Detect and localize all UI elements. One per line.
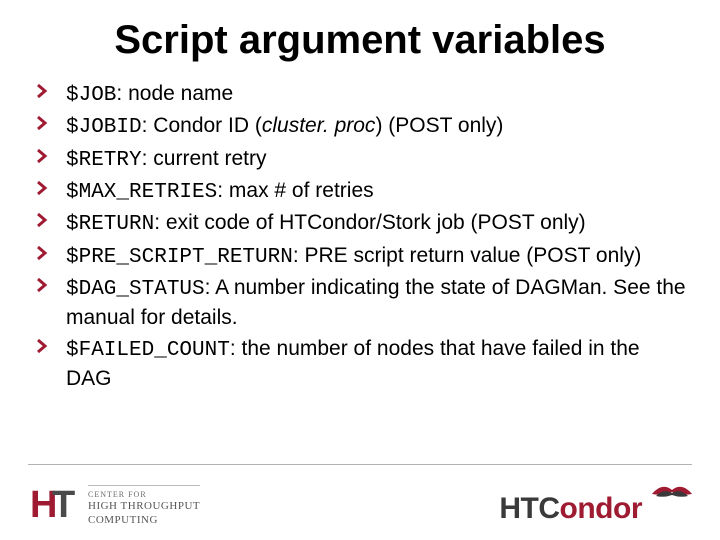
left-logo-text: CENTER FOR HIGH THROUGHPUT COMPUTING	[88, 485, 200, 528]
footer: HT CENTER FOR HIGH THROUGHPUT COMPUTING …	[0, 464, 720, 540]
list-item: $JOBID: Condor ID (cluster. proc) (POST …	[36, 112, 690, 142]
list-item: $JOB: node name	[36, 80, 690, 110]
var-desc: : current retry	[142, 147, 267, 170]
var-name: $PRE_SCRIPT_RETURN	[66, 246, 293, 269]
list-item: $MAX_RETRIES: max # of retries	[36, 177, 690, 207]
right-logo: HTCondor	[499, 492, 690, 526]
condor-bird-icon	[650, 476, 694, 506]
var-name: $RETRY	[66, 149, 142, 172]
chevron-icon	[36, 278, 50, 292]
list-item: $PRE_SCRIPT_RETURN: PRE script return va…	[36, 242, 690, 272]
var-desc: : max # of retries	[217, 179, 373, 202]
var-desc: : node name	[116, 82, 233, 105]
left-logo: HT CENTER FOR HIGH THROUGHPUT COMPUTING	[30, 482, 200, 530]
chevron-icon	[36, 84, 50, 98]
left-logo-line1: CENTER FOR	[88, 490, 200, 500]
chevron-icon	[36, 246, 50, 260]
var-desc-italic: cluster. proc	[262, 114, 376, 137]
list-item: $DAG_STATUS: A number indicating the sta…	[36, 274, 690, 333]
list-item: $FAILED_COUNT: the number of nodes that …	[36, 335, 690, 394]
left-logo-line3: COMPUTING	[88, 514, 200, 528]
variable-list: $JOB: node name $JOBID: Condor ID (clust…	[30, 80, 690, 393]
var-name: $DAG_STATUS	[66, 278, 205, 301]
slide: Script argument variables $JOB: node nam…	[0, 0, 720, 540]
var-desc: : PRE script return value (POST only)	[293, 244, 642, 267]
list-item: $RETRY: current retry	[36, 145, 690, 175]
var-name: $RETURN	[66, 213, 154, 236]
htcondor-text: HTCondor	[499, 492, 642, 526]
chevron-icon	[36, 149, 50, 163]
chevron-icon	[36, 116, 50, 130]
chevron-icon	[36, 339, 50, 353]
var-desc-pre: : Condor ID (	[142, 114, 262, 137]
var-name: $JOBID	[66, 116, 142, 139]
footer-rule	[28, 464, 692, 465]
var-name: $FAILED_COUNT	[66, 339, 230, 362]
chevron-icon	[36, 213, 50, 227]
var-desc-post: ) (POST only)	[375, 114, 503, 137]
left-logo-line2: HIGH THROUGHPUT	[88, 500, 200, 514]
ht-mark-icon: HT	[30, 482, 78, 530]
slide-title: Script argument variables	[30, 18, 690, 62]
var-name: $JOB	[66, 84, 116, 107]
list-item: $RETURN: exit code of HTCondor/Stork job…	[36, 209, 690, 239]
chevron-icon	[36, 181, 50, 195]
var-name: $MAX_RETRIES	[66, 181, 217, 204]
var-desc: : exit code of HTCondor/Stork job (POST …	[154, 211, 585, 234]
